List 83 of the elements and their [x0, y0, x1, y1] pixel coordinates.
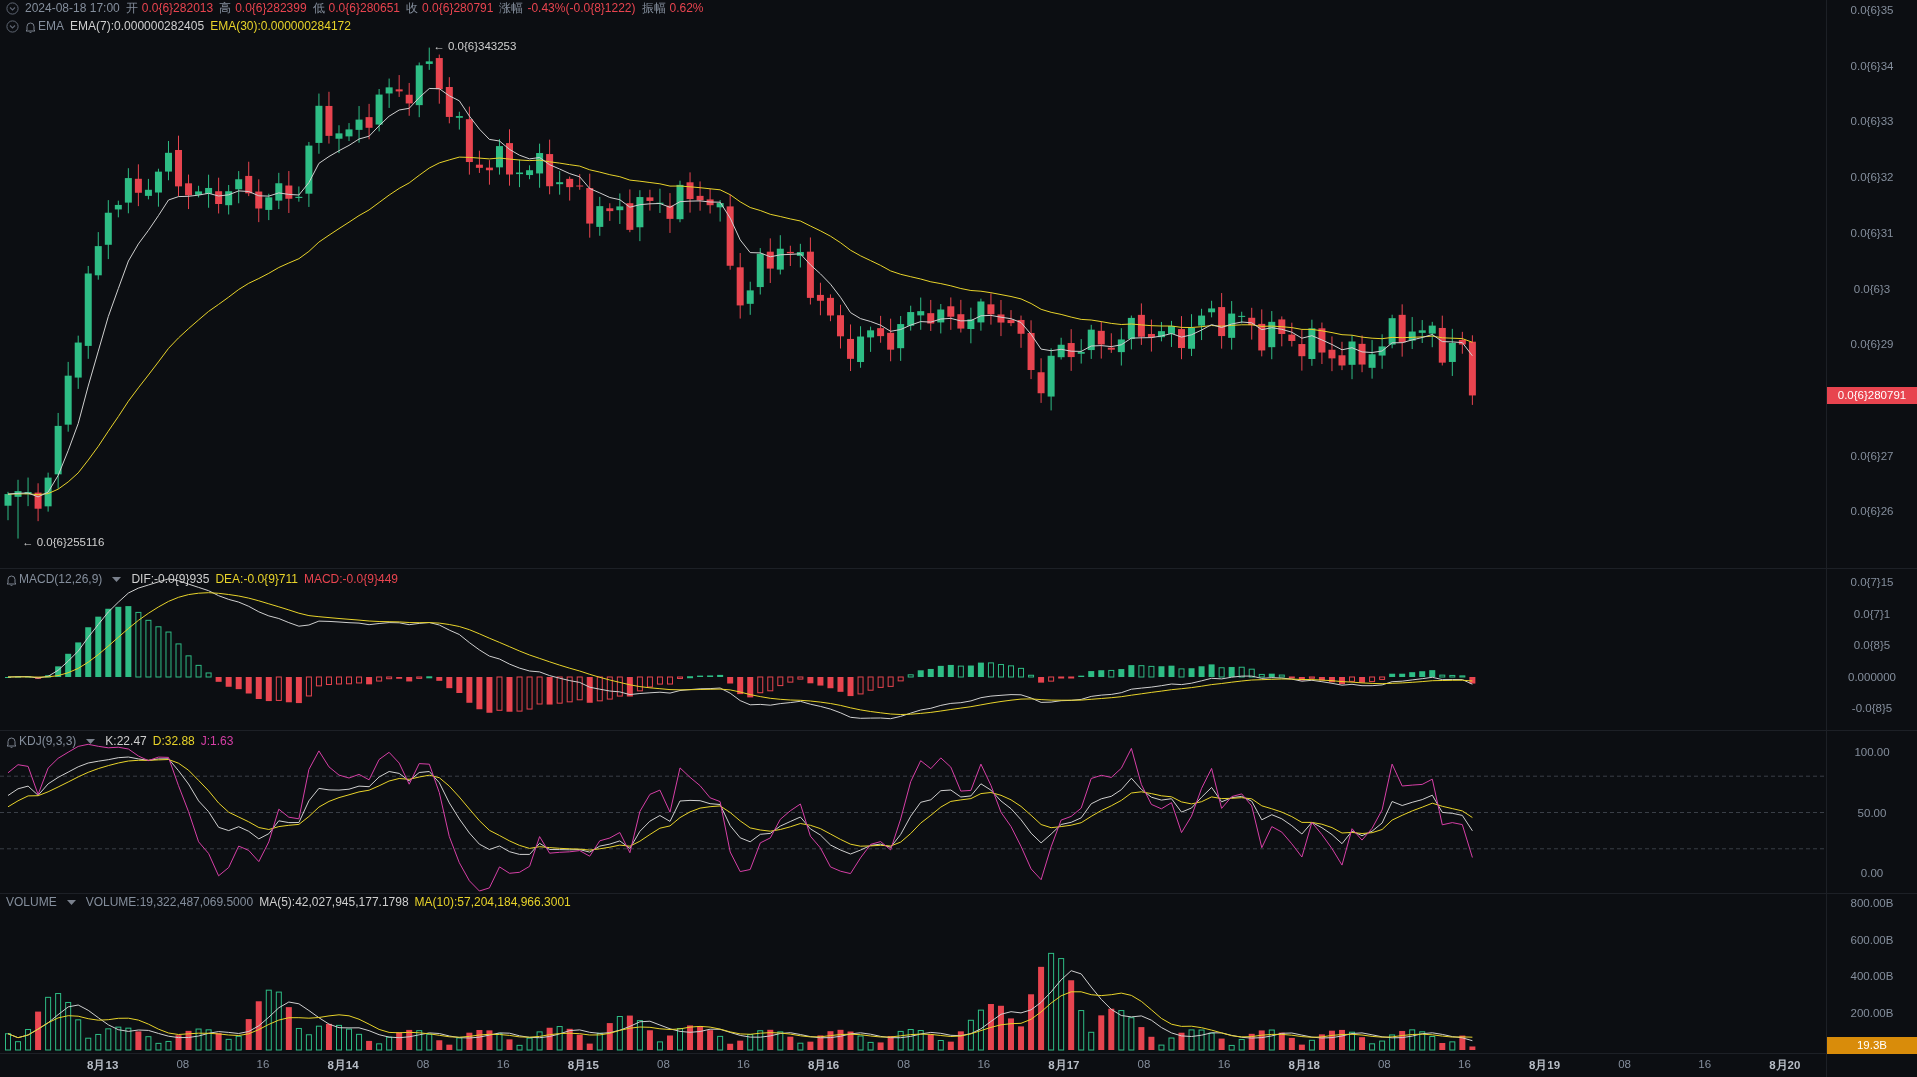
bell-icon[interactable]	[25, 20, 36, 33]
indicator-value: EMA(7):0.000000282405	[70, 19, 205, 34]
axis-label: 0.0{6}31	[1849, 225, 1895, 240]
axis-label: 8月18	[1287, 1058, 1321, 1073]
axis-label: 0.0{6}33	[1849, 114, 1895, 129]
field-label: 涨幅	[499, 1, 524, 16]
axis-label: 0.0{6}29	[1849, 337, 1895, 352]
axis-label: 0.00	[1859, 866, 1885, 880]
axis-label: 08	[1376, 1058, 1392, 1070]
field-value: 0.0{6}282399	[235, 1, 307, 16]
axis-label: 0.0{6}27	[1849, 448, 1895, 463]
indicator-name: VOLUME	[6, 895, 57, 910]
axis-label: 08	[896, 1058, 912, 1070]
field-label: 振幅	[641, 1, 666, 16]
volume-tag: 19.3B	[1827, 1037, 1917, 1054]
axis-label: 200.00B	[1849, 1006, 1895, 1021]
axis-label: 0.0{6}3	[1852, 281, 1892, 296]
axis-label: 50.00	[1856, 805, 1888, 820]
axis-label: 08	[1136, 1058, 1152, 1070]
indicator-value: MA(10):57,204,184,966.3001	[414, 895, 571, 910]
field-label: 收	[406, 1, 418, 16]
axis-label: 8月13	[86, 1058, 120, 1073]
field-value: -0.43%(-0.0{8}1222)	[527, 1, 636, 16]
field-label: 低	[312, 1, 325, 16]
axis-label: 0.0{8}5	[1852, 638, 1892, 653]
axis-label: 16	[1457, 1058, 1472, 1070]
caret-icon[interactable]	[112, 577, 122, 582]
axis-label: 8月19	[1527, 1058, 1562, 1073]
field-value: 0.0{6}280791	[422, 1, 494, 16]
indicator-name: MACD(12,26,9)	[19, 572, 103, 587]
axis-label: 8月17	[1047, 1058, 1081, 1073]
bell-icon[interactable]	[6, 735, 17, 748]
field-value: 0.0{6}282013	[141, 1, 214, 16]
axis-label: 16	[495, 1058, 511, 1070]
axis-label: 8月15	[566, 1058, 600, 1073]
axis-label: 0.0{6}32	[1849, 170, 1895, 185]
collapse-icon[interactable]	[6, 20, 19, 33]
price-marker: ← 0.0{6}255116	[22, 534, 105, 549]
axis-label: 100.00	[1853, 745, 1891, 759]
indicator-name: KDJ(9,3,3)	[19, 734, 77, 749]
axis-label: 16	[1216, 1058, 1232, 1070]
caret-icon[interactable]	[66, 900, 76, 905]
field-label: 高	[219, 1, 232, 16]
indicator-value: D:32.88	[152, 734, 195, 749]
axis-label: 0.0{6}34	[1849, 58, 1895, 73]
indicator-value: DIF:-0.0{9}935	[131, 572, 210, 587]
price-marker: ← 0.0{6}343253	[433, 38, 517, 53]
field-label: 开	[125, 1, 138, 16]
indicator-value: MACD:-0.0{9}449	[303, 572, 398, 587]
indicator-value: MA(5):42,027,945,177.1798	[259, 895, 409, 910]
datetime-label: 2024-08-18 17:00	[25, 1, 120, 16]
field-value: 0.0{6}280651	[328, 1, 400, 16]
indicator-value: VOLUME:19,322,487,069.5000	[85, 895, 254, 910]
axis-label: 16	[1697, 1058, 1713, 1070]
axis-label: 16	[255, 1058, 271, 1070]
axis-label: 08	[415, 1058, 431, 1070]
axis-label: 400.00B	[1849, 969, 1895, 984]
axis-label: 600.00B	[1849, 932, 1895, 947]
axis-label: 0.0{6}35	[1849, 3, 1895, 17]
axis-label: 0.000000	[1847, 669, 1897, 684]
axis-label: 0.0{7}1	[1852, 606, 1892, 621]
bell-icon[interactable]	[6, 573, 17, 586]
indicator-value: J:1.63	[200, 734, 234, 749]
axis-label: 8月20	[1768, 1058, 1802, 1073]
collapse-icon[interactable]	[6, 2, 19, 15]
axis-label: 16	[736, 1058, 751, 1070]
indicator-value: DEA:-0.0{9}711	[215, 572, 298, 587]
axis-label: 8月16	[807, 1058, 841, 1073]
axis-label: 08	[1617, 1058, 1632, 1070]
axis-label: 08	[656, 1058, 671, 1070]
axis-label: 0.0{7}15	[1849, 575, 1895, 589]
field-value: 0.62%	[669, 1, 704, 16]
axis-label: -0.0{8}5	[1850, 701, 1894, 716]
caret-icon[interactable]	[86, 739, 96, 744]
axis-label: 16	[976, 1058, 992, 1070]
indicator-name: EMA	[38, 19, 64, 34]
axis-label: 08	[175, 1058, 191, 1070]
axis-label: 0.0{6}26	[1849, 504, 1895, 519]
indicator-value: EMA(30):0.000000284172	[210, 19, 351, 34]
price-tag: 0.0{6}280791	[1827, 387, 1917, 405]
axis-label: 8月14	[326, 1058, 360, 1073]
axis-label: 800.00B	[1849, 896, 1895, 910]
indicator-value: K:22.47	[105, 734, 147, 749]
